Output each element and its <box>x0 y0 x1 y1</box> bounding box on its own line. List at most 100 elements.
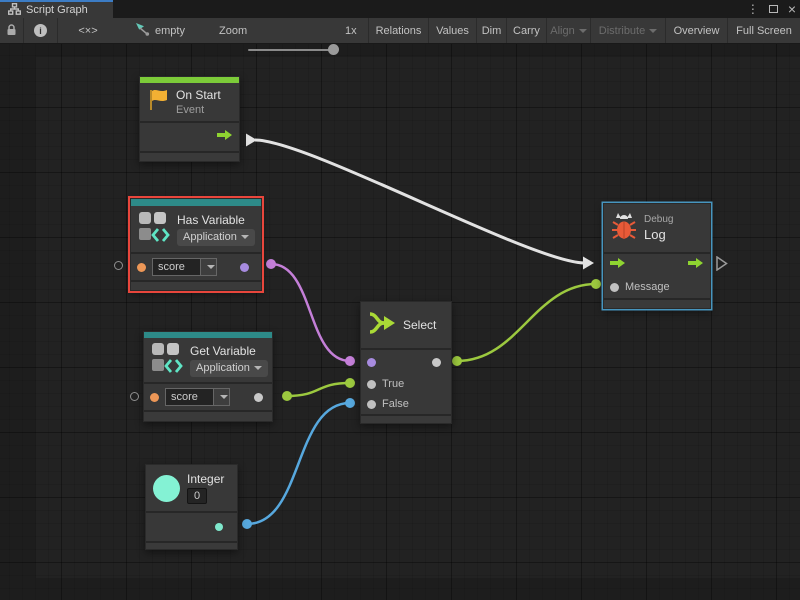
node-has-variable[interactable]: Has Variable Application score <box>130 198 262 291</box>
variable-scope-dropdown[interactable]: Application <box>190 360 268 377</box>
values-button[interactable]: Values <box>428 18 476 43</box>
overview-button[interactable]: Overview <box>665 18 727 43</box>
dim-label: Dim <box>482 25 502 37</box>
graph-toolbar: i <×> empty Zoom 1x Relations Values Dim… <box>0 18 800 44</box>
true-port-label: True <box>382 378 404 390</box>
lock-button[interactable] <box>0 18 23 43</box>
align-dropdown: Align <box>546 18 590 43</box>
tab-script-graph[interactable]: Script Graph <box>0 0 113 18</box>
node-category: Debug <box>644 214 673 225</box>
node-footer <box>604 298 710 308</box>
message-port-label: Message <box>625 281 670 293</box>
node-integer[interactable]: Integer 0 <box>145 464 238 550</box>
relations-label: Relations <box>376 25 422 37</box>
node-subtitle: Event <box>176 104 221 116</box>
variable-name-dropdown-button[interactable] <box>213 389 229 405</box>
node-title: Select <box>403 318 436 332</box>
variable-scope-dropdown[interactable]: Application <box>177 229 255 246</box>
full-screen-button[interactable]: Full Screen <box>727 18 800 43</box>
unconnected-input-indicator <box>130 392 139 401</box>
chevron-down-icon <box>254 366 262 370</box>
flag-icon <box>147 88 169 117</box>
node-select[interactable]: Select True False <box>360 301 452 424</box>
variables-icon <box>151 341 183 380</box>
inspect-button[interactable]: i <box>23 18 57 43</box>
name-input-port[interactable] <box>137 263 146 272</box>
close-icon[interactable]: × <box>788 2 796 16</box>
variable-name-select[interactable]: score <box>152 258 217 276</box>
chevron-down-icon <box>649 29 657 33</box>
unconnected-trigger-indicator <box>716 256 728 276</box>
integer-value-field[interactable]: 0 <box>187 488 207 504</box>
maximize-icon[interactable] <box>769 5 778 13</box>
variables-icon <box>138 210 170 249</box>
code-view-button[interactable]: <×> <box>57 18 118 43</box>
node-footer <box>146 541 237 549</box>
selection-info-label: empty <box>155 25 185 37</box>
unconnected-input-indicator <box>114 261 123 270</box>
name-input-port[interactable] <box>150 393 159 402</box>
variable-name-select[interactable]: score <box>165 388 230 406</box>
trigger-output-port[interactable] <box>688 256 704 274</box>
node-title: Get Variable <box>190 344 268 358</box>
node-title: On Start <box>176 88 221 102</box>
zoom-label: Zoom <box>219 18 247 43</box>
code-brackets-icon: <×> <box>78 25 97 37</box>
align-label: Align <box>550 25 574 37</box>
variable-name-value: score <box>166 389 213 405</box>
node-footer <box>361 414 451 423</box>
canvas-top-margin <box>36 44 800 57</box>
distribute-label: Distribute <box>599 25 645 37</box>
values-label: Values <box>436 25 469 37</box>
node-title: Log <box>644 227 673 242</box>
zoom-slider-handle[interactable] <box>328 44 339 55</box>
scope-label: Application <box>183 231 237 243</box>
overview-label: Overview <box>674 25 720 37</box>
integer-output-port[interactable] <box>215 523 223 531</box>
info-icon: i <box>34 24 47 37</box>
variable-name-dropdown-button[interactable] <box>200 259 216 275</box>
selection-output-port[interactable] <box>432 358 441 367</box>
chevron-down-icon <box>220 395 228 399</box>
node-title: Has Variable <box>177 213 255 227</box>
carry-label: Carry <box>513 25 540 37</box>
full-screen-label: Full Screen <box>736 25 792 37</box>
node-on-start[interactable]: On Start Event <box>139 76 240 162</box>
variable-color-bar <box>131 199 261 206</box>
relations-button[interactable]: Relations <box>368 18 428 43</box>
graph-pointer-icon <box>135 23 150 39</box>
bug-icon <box>611 212 637 245</box>
graph-hierarchy-icon <box>8 3 21 18</box>
node-footer <box>131 280 261 290</box>
message-input-port[interactable] <box>610 283 619 292</box>
selection-info: empty <box>135 18 185 43</box>
node-get-variable[interactable]: Get Variable Application score <box>143 331 273 422</box>
trigger-output-port[interactable] <box>217 128 233 146</box>
chevron-down-icon <box>241 235 249 239</box>
window-menu-icon[interactable]: ⋮ <box>747 3 759 15</box>
script-graph-window: On Start Event <box>0 0 800 600</box>
dim-button[interactable]: Dim <box>476 18 506 43</box>
trigger-input-port[interactable] <box>610 256 626 274</box>
chevron-down-icon <box>207 265 215 269</box>
carry-button[interactable]: Carry <box>506 18 546 43</box>
tab-title: Script Graph <box>26 4 88 16</box>
canvas-left-margin <box>0 44 36 600</box>
tab-bar: Script Graph ⋮ × <box>0 0 800 18</box>
node-title: Integer <box>187 472 224 486</box>
false-input-port[interactable] <box>367 400 376 409</box>
selector-input-port[interactable] <box>367 358 376 367</box>
zoom-slider-track[interactable] <box>248 49 338 51</box>
false-port-label: False <box>382 398 409 410</box>
true-input-port[interactable] <box>367 380 376 389</box>
integer-literal-icon <box>153 475 180 502</box>
value-output-port[interactable] <box>254 393 263 402</box>
bool-output-port[interactable] <box>240 263 249 272</box>
select-merge-icon <box>368 311 396 340</box>
window-controls: ⋮ × <box>747 0 796 18</box>
zoom-value: 1x <box>345 18 357 43</box>
scope-label: Application <box>196 362 250 374</box>
variable-name-value: score <box>153 259 200 275</box>
node-debug-log[interactable]: Debug Log Message <box>603 203 711 309</box>
node-footer <box>144 410 272 421</box>
